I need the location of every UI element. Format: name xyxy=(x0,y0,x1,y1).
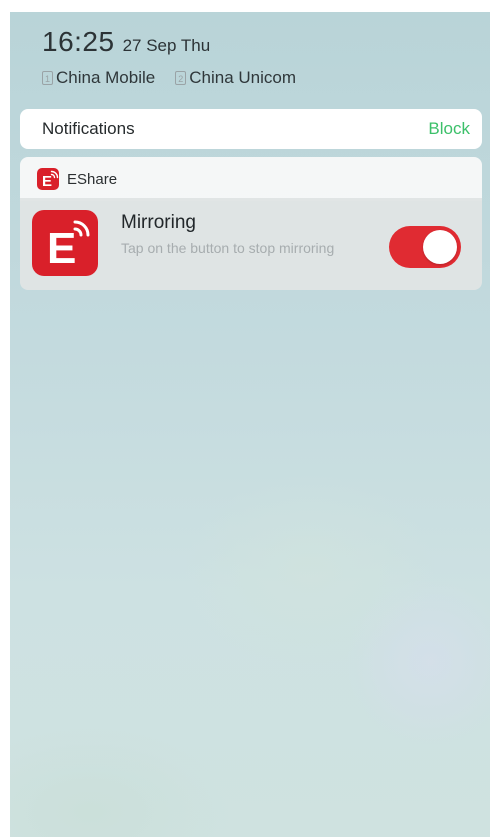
lock-screen: 16:25 27 Sep Thu 1 China Mobile 2 China … xyxy=(10,12,490,837)
mirroring-toggle[interactable] xyxy=(389,226,461,268)
svg-text:E: E xyxy=(42,173,52,190)
notifications-title: Notifications xyxy=(42,119,135,138)
app-name: EShare xyxy=(67,170,118,188)
carrier-1: 1 China Mobile xyxy=(42,68,155,88)
toggle-knob xyxy=(423,230,457,264)
sim-card-icon: 1 xyxy=(42,71,53,85)
notification-text: Mirroring Tap on the button to stop mirr… xyxy=(121,212,351,257)
carrier-list: 1 China Mobile 2 China Unicom xyxy=(42,68,296,88)
status-area: 16:25 27 Sep Thu 1 China Mobile 2 China … xyxy=(42,26,296,88)
sim-card-icon: 2 xyxy=(175,71,187,85)
clock-date: 27 Sep Thu xyxy=(122,36,211,55)
carrier-name: China Unicom xyxy=(189,68,296,87)
eshare-logo-icon: E xyxy=(32,210,98,276)
mirroring-notification[interactable]: E Mirroring Tap on the button to stop mi… xyxy=(20,198,482,290)
time-row: 16:25 27 Sep Thu xyxy=(42,26,296,58)
block-button[interactable]: Block xyxy=(428,119,470,139)
notification-title: Mirroring xyxy=(121,212,196,233)
svg-text:E: E xyxy=(47,224,76,273)
app-notification-header[interactable]: E EShare xyxy=(20,157,482,201)
notifications-header: Notifications Block xyxy=(20,109,482,149)
eshare-logo-icon: E xyxy=(37,168,59,190)
carrier-2: 2 China Unicom xyxy=(175,68,296,88)
notification-subtitle: Tap on the button to stop mirroring xyxy=(121,240,335,256)
clock-time: 16:25 xyxy=(42,26,115,57)
carrier-name: China Mobile xyxy=(56,68,156,87)
